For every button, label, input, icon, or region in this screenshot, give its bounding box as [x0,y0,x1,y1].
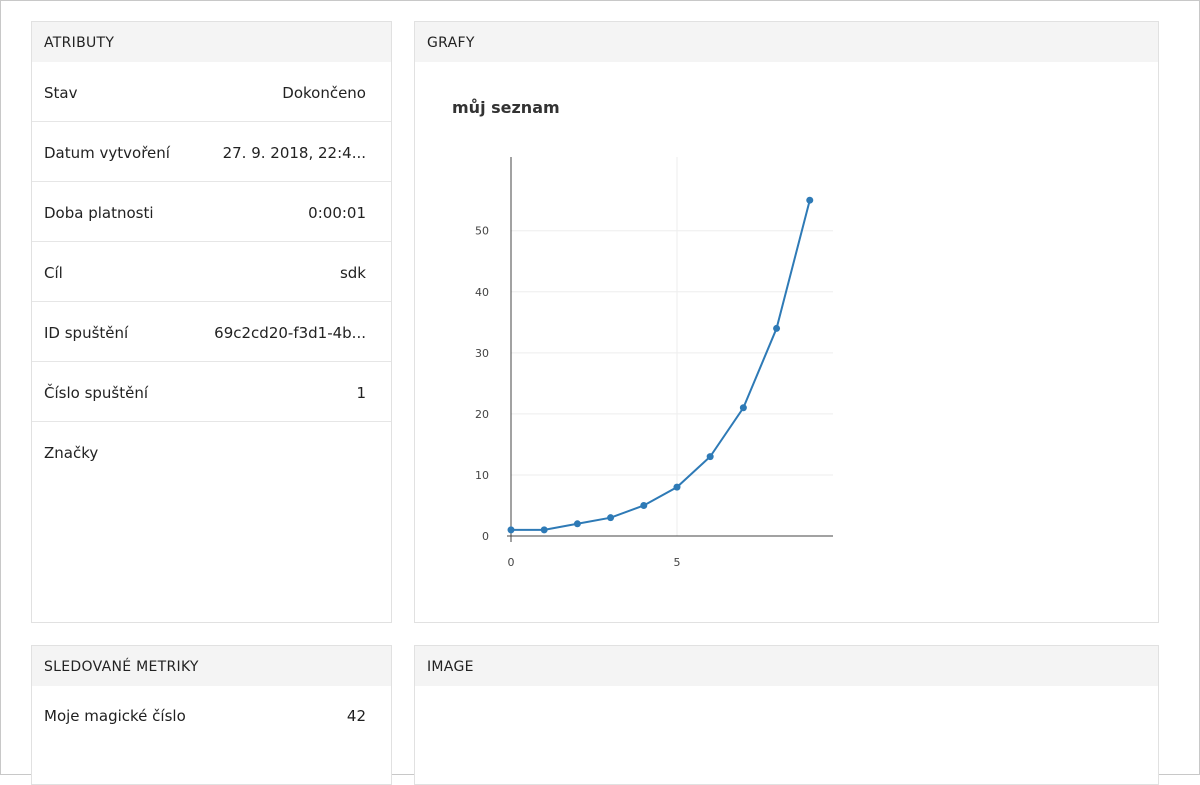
x-tick-label: 0 [508,556,515,569]
attr-label: Značky [44,444,99,462]
chart-grid [511,157,833,536]
attributes-header: ATRIBUTY [32,22,391,62]
attr-value: Dokončeno [282,84,366,102]
data-point [607,514,615,522]
image-card: IMAGE [414,645,1159,785]
attr-label: Číslo spuštění [44,384,149,402]
attr-label: Stav [44,84,78,102]
data-point [540,526,548,534]
attr-label: Doba platnosti [44,204,154,222]
attr-row-tags: Značky [32,422,391,622]
image-header: IMAGE [415,646,1158,686]
y-tick-label: 30 [475,347,489,360]
graphs-header: GRAFY [415,22,1158,62]
y-tick-label: 40 [475,286,489,299]
attr-row-run-number: Číslo spuštění 1 [32,362,391,422]
attributes-card: ATRIBUTY Stav Dokončeno Datum vytvoření … [31,21,392,623]
data-point [573,520,581,528]
data-point [706,453,714,461]
attr-row-run-id: ID spuštění 69c2cd20-f3d1-4b... [32,302,391,362]
metrics-card: SLEDOVANÉ METRIKY Moje magické číslo 42 [31,645,392,785]
data-point [739,404,747,412]
attr-label: ID spuštění [44,324,129,342]
y-tick-label: 0 [482,530,489,543]
attr-value: 0:00:01 [308,204,366,222]
y-tick-label: 20 [475,408,489,421]
data-point [507,526,515,534]
x-tick-label: 5 [673,556,680,569]
line-chart: 0 10 20 30 40 50 0 5 [475,157,833,569]
window-frame: ATRIBUTY Stav Dokončeno Datum vytvoření … [0,0,1200,785]
attr-value: sdk [339,264,366,282]
metrics-header: SLEDOVANÉ METRIKY [32,646,391,686]
attr-value: 69c2cd20-f3d1-4b... [214,324,366,342]
chart-ticks: 0 10 20 30 40 50 0 5 [475,225,680,569]
attr-label: Datum vytvoření [44,144,170,162]
data-point [806,196,814,204]
chart-axes [507,157,833,542]
y-tick-label: 50 [475,225,489,238]
attr-row-target: Cíl sdk [32,242,391,302]
data-point [640,501,648,509]
attr-row-status: Stav Dokončeno [32,62,391,122]
data-point [773,324,781,332]
y-tick-label: 10 [475,469,489,482]
metric-value: 42 [346,707,366,725]
attr-row-duration: Doba platnosti 0:00:01 [32,182,391,242]
attr-value: 27. 9. 2018, 22:4... [222,144,366,162]
metric-label: Moje magické číslo [44,707,186,725]
attr-row-created: Datum vytvoření 27. 9. 2018, 22:4... [32,122,391,182]
chart-series [507,196,814,534]
metric-row: Moje magické číslo 42 [32,686,391,746]
attr-label: Cíl [44,264,63,282]
series-line [511,199,811,531]
attr-value: 1 [356,384,366,402]
data-point [673,483,681,491]
graphs-card: GRAFY můj seznam 0 10 20 30 40 50 0 5 [414,21,1159,623]
